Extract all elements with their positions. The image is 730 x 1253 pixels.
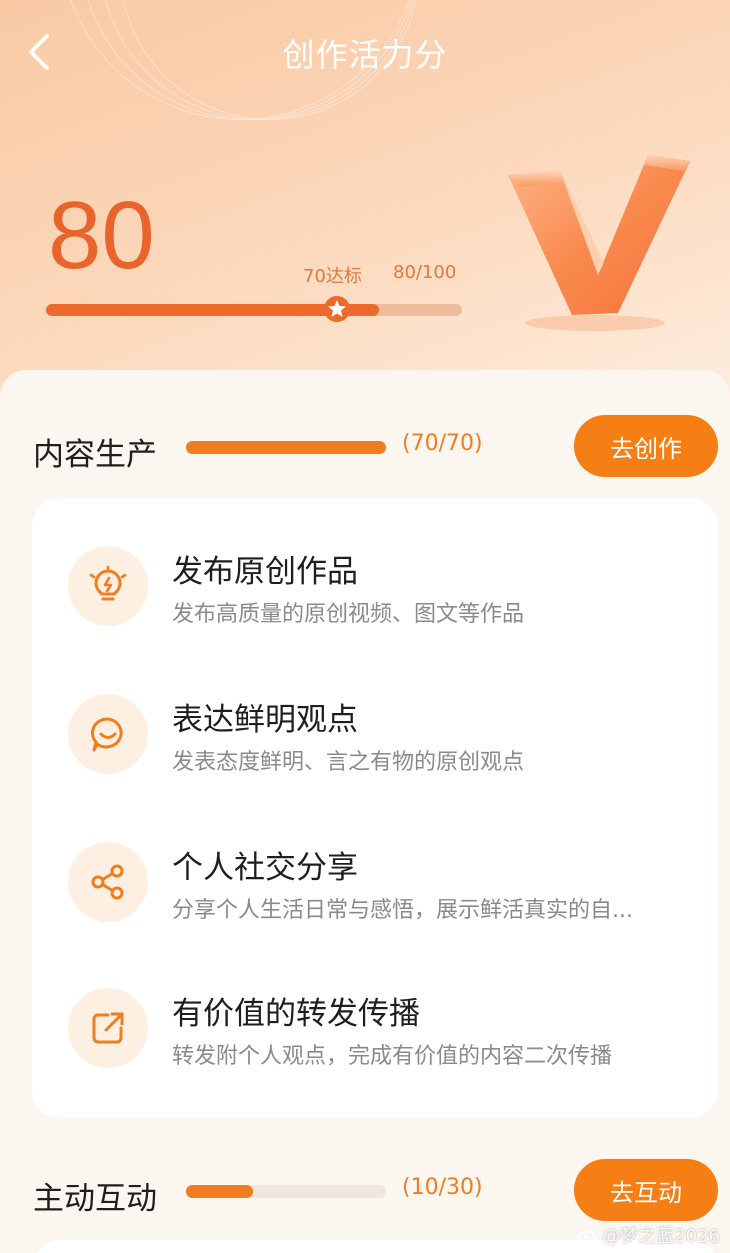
score-progress-label: 80/100 — [393, 262, 457, 283]
watermark-text: @梦之蓝2026 — [602, 1226, 720, 1247]
task-item-original-work[interactable]: 发布原创作品 发布高质量的原创视频、图文等作品 — [32, 546, 718, 656]
score-value: 80 — [48, 182, 155, 289]
section-count: (70/70) — [402, 431, 483, 456]
standard-label: 70达标 — [303, 266, 362, 287]
task-desc: 发表态度鲜明、言之有物的原创观点 — [172, 750, 525, 775]
share-icon — [91, 864, 124, 900]
task-icon-bg — [68, 988, 148, 1068]
task-title: 有价值的转发传播 — [172, 996, 420, 1032]
task-icon-bg — [68, 694, 148, 774]
section-title: 主动互动 — [33, 1181, 157, 1217]
task-card: 发布原创作品 发布高质量的原创视频、图文等作品 表达鲜明观点 发表态度鲜明、言之… — [32, 498, 718, 1118]
page-title: 创作活力分 — [282, 36, 448, 74]
star-icon — [324, 296, 351, 322]
lightbulb-icon — [89, 566, 127, 601]
go-interact-button[interactable]: 去互动 — [574, 1159, 718, 1221]
task-item-social-share[interactable]: 个人社交分享 分享个人生活日常与感悟，展示鲜活真实的自... — [32, 842, 718, 952]
forward-icon — [92, 1012, 124, 1044]
v-badge-icon — [508, 155, 690, 331]
task-item-clear-viewpoint[interactable]: 表达鲜明观点 发表态度鲜明、言之有物的原创观点 — [32, 694, 718, 804]
weibo-icon — [578, 1230, 596, 1243]
score-progress-bar — [46, 296, 462, 322]
section-progress-fill — [186, 1185, 253, 1198]
go-create-button[interactable]: 去创作 — [574, 415, 718, 477]
section-count: (10/30) — [402, 1175, 483, 1200]
section-title: 内容生产 — [33, 437, 157, 473]
task-icon-bg — [68, 842, 148, 922]
task-desc: 转发附个人观点，完成有价值的内容二次传播 — [172, 1044, 613, 1069]
task-icon-bg — [68, 546, 148, 626]
section-content-production: 内容生产 (70/70) 去创作 — [0, 415, 730, 479]
section-progress-fill — [186, 441, 386, 454]
task-title: 表达鲜明观点 — [172, 702, 358, 738]
task-desc: 发布高质量的原创视频、图文等作品 — [172, 602, 525, 627]
task-desc: 分享个人生活日常与感悟，展示鲜活真实的自... — [172, 898, 633, 923]
task-title: 个人社交分享 — [172, 850, 358, 886]
section-progress-bar — [186, 441, 386, 454]
task-title: 发布原创作品 — [172, 554, 358, 590]
section-active-interaction: 主动互动 (10/30) 去互动 — [0, 1159, 730, 1223]
watermark: @梦之蓝2026 — [578, 1222, 720, 1248]
chat-bubble-icon — [91, 717, 123, 752]
section-progress-bar — [186, 1185, 386, 1198]
task-item-valuable-forward[interactable]: 有价值的转发传播 转发附个人观点，完成有价值的内容二次传播 — [32, 988, 718, 1098]
